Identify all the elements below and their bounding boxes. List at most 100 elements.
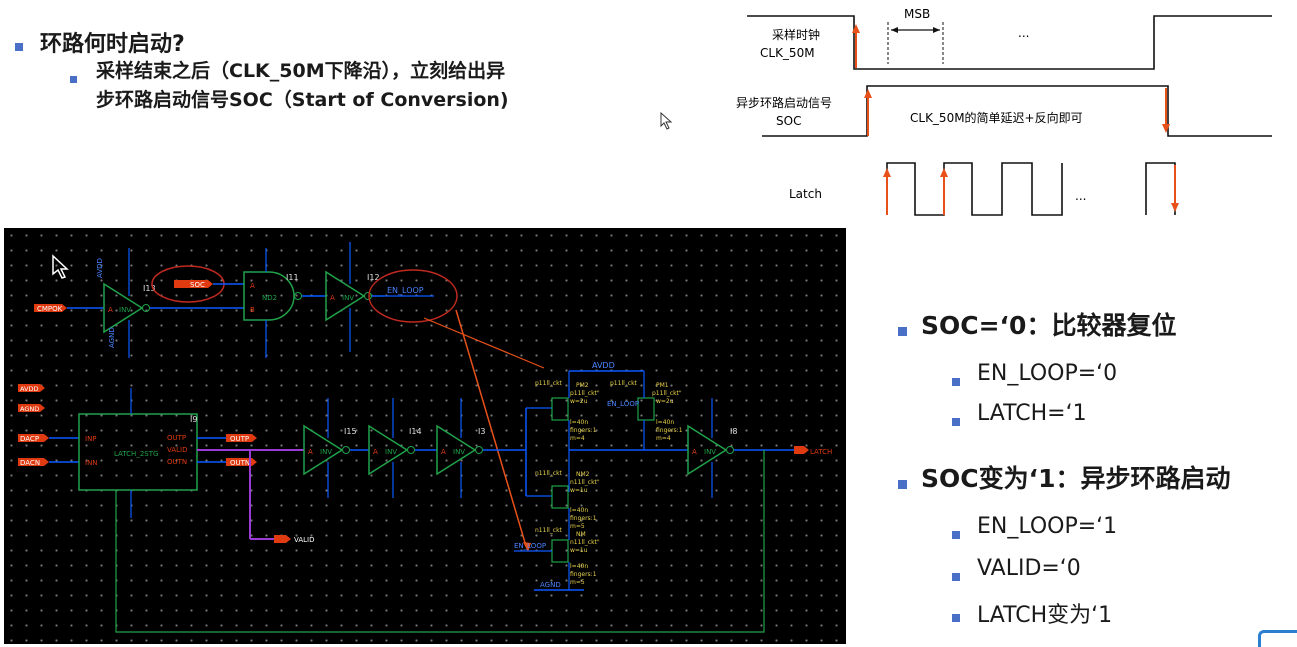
svg-text:A: A (441, 448, 446, 456)
svg-text:l=40n: l=40n (570, 419, 588, 426)
clk-waveform (747, 15, 1272, 70)
right-sub-bullet (952, 566, 960, 585)
inverter-i12[interactable]: A INV I12 (325, 242, 380, 352)
main-bullet (15, 36, 23, 55)
svg-text:EN_LOOP: EN_LOOP (607, 400, 639, 408)
svg-text:DACP: DACP (20, 435, 39, 443)
bullet-icon (952, 531, 960, 539)
svg-text:fingers:1: fingers:1 (570, 515, 597, 522)
soc-label-cn: 异步环路启动信号 (736, 95, 832, 110)
inverter-i14[interactable]: A INV I14 (368, 398, 422, 498)
right-sub-bullet (952, 607, 960, 626)
bullet-icon (952, 573, 960, 581)
svg-text:A: A (330, 294, 335, 302)
bullet-icon (70, 76, 77, 83)
bullet-icon (952, 614, 960, 622)
inverter-i13[interactable]: A INV I13 AVDD AGND (96, 248, 156, 358)
svg-text:AVDD: AVDD (592, 361, 615, 370)
svg-text:LATCH_2STG: LATCH_2STG (114, 450, 158, 458)
svg-text:A: A (308, 448, 313, 456)
pmos-pm2[interactable]: p11ll_ckt PM2 p11ll_ckt" w=2u l=40n fing… (535, 371, 600, 442)
nmos-nm[interactable]: n11ll_ckt NM n11ll_ckt" w=1u l=40n finge… (535, 527, 600, 586)
corner-widget[interactable] (1258, 630, 1297, 647)
svg-text:SOC: SOC (190, 281, 205, 289)
svg-text:VALID: VALID (294, 536, 314, 544)
svg-text:OUTP: OUTP (167, 434, 186, 442)
latch-dots: ... (1075, 189, 1086, 203)
svg-text:EN_LOOP: EN_LOOP (514, 542, 546, 550)
inverter-i8[interactable]: A INV I8 (687, 398, 737, 498)
svg-text:I8: I8 (730, 427, 737, 436)
svg-text:l=40n: l=40n (570, 507, 588, 514)
clk-label-cn: 采样时钟 (772, 27, 820, 42)
bullet-icon (952, 418, 960, 426)
sub-bullet-line2: 步环路启动信号SOC（Start of Conversion) (96, 89, 509, 111)
svg-text:PM1: PM1 (656, 382, 669, 389)
soc1-item-1: EN_LOOP=‘1 (977, 514, 1118, 539)
svg-text:p11ll_ckt": p11ll_ckt" (570, 390, 600, 397)
svg-text:AVDD: AVDD (20, 385, 39, 393)
soc0-item-2: LATCH=‘1 (977, 401, 1087, 426)
main-bullet-text: 环路何时启动? (40, 32, 185, 57)
svg-text:A: A (108, 306, 113, 314)
right-sub-bullet (952, 411, 960, 430)
valid-pin[interactable] (274, 535, 291, 543)
svg-text:w=1u: w=1u (570, 487, 588, 494)
soc0-heading: SOC=‘0：比较器复位 (921, 311, 1177, 340)
soc1-heading: SOC变为‘1：异步环路启动 (921, 464, 1231, 493)
mouse-cursor-icon (660, 112, 673, 130)
svg-text:n11ll_ckt": n11ll_ckt" (570, 539, 600, 546)
svg-text:m=5: m=5 (570, 579, 585, 586)
svg-text:INN: INN (85, 459, 98, 467)
svg-text:INV: INV (453, 448, 465, 456)
svg-text:n11ll_ckt": n11ll_ckt" (570, 479, 600, 486)
bullet-icon (898, 327, 907, 336)
bullet-icon (15, 43, 23, 51)
soc-note: CLK_50M的简单延迟+反向即可 (910, 110, 1083, 125)
clk-label: CLK_50M (760, 46, 815, 60)
cmpok-label: CMPOK (37, 305, 63, 313)
svg-text:p11ll_ckt": p11ll_ckt" (652, 390, 682, 397)
svg-text:AGND: AGND (108, 327, 116, 348)
svg-text:p11ll_ckt: p11ll_ckt (535, 380, 563, 387)
soc1-item-2: VALID=‘0 (977, 556, 1081, 581)
latch-pin[interactable] (794, 446, 809, 454)
svg-text:OUTP: OUTP (230, 435, 249, 443)
svg-text:fingers:1: fingers:1 (570, 427, 597, 434)
latch-label: Latch (789, 187, 822, 201)
schematic-view[interactable]: CMPOK A INV I13 AVDD AGND SOC A B ND2 I1… (4, 228, 846, 644)
svg-text:AGND: AGND (20, 405, 39, 413)
svg-text:I11: I11 (286, 273, 299, 282)
svg-text:INV: INV (385, 448, 397, 456)
svg-text:OUTN: OUTN (230, 459, 250, 467)
latch-2stg-block[interactable]: INP INN LATCH_2STG OUTP VALID OUTN I9 (78, 388, 198, 518)
bullet-icon (952, 378, 960, 386)
svg-text:NM2: NM2 (576, 471, 590, 478)
nand-i11[interactable]: A B ND2 I11 (243, 248, 302, 358)
svg-text:OUTN: OUTN (167, 458, 187, 466)
svg-text:fingers:1: fingers:1 (656, 427, 683, 434)
sub-bullet (70, 68, 77, 87)
right-bullet-2 (898, 474, 907, 493)
svg-text:VALID: VALID (167, 446, 187, 454)
inverter-i15[interactable]: A INV I15 (303, 398, 357, 498)
cursor-icon (52, 254, 69, 279)
inverter-i3[interactable]: A INV I3 (436, 398, 485, 498)
nmos-nm2[interactable]: n11ll_ckt NM2 n11ll_ckt" w=1u l=40n fing… (535, 470, 600, 530)
svg-text:I3: I3 (478, 427, 485, 436)
svg-text:l=40n: l=40n (656, 419, 674, 426)
svg-text:fingers:1: fingers:1 (570, 571, 597, 578)
svg-text:I15: I15 (344, 427, 357, 436)
svg-text:m=4: m=4 (570, 435, 585, 442)
svg-text:l=40n: l=40n (570, 563, 588, 570)
right-sub-bullet (952, 524, 960, 543)
svg-text:w=1u: w=1u (570, 547, 588, 554)
svg-text:w=2u: w=2u (570, 398, 588, 405)
svg-text:PM2: PM2 (576, 382, 589, 389)
svg-text:m=4: m=4 (656, 435, 671, 442)
latch-feedback-wire (115, 450, 765, 633)
latch-waveform (886, 162, 1063, 216)
timing-diagram: MSB ... 采样时钟 CLK_50M 异步环路启动信号 SOC CLK_50… (736, 7, 1272, 216)
svg-text:n11ll_ckt: n11ll_ckt (535, 470, 563, 477)
svg-text:INP: INP (85, 435, 97, 443)
